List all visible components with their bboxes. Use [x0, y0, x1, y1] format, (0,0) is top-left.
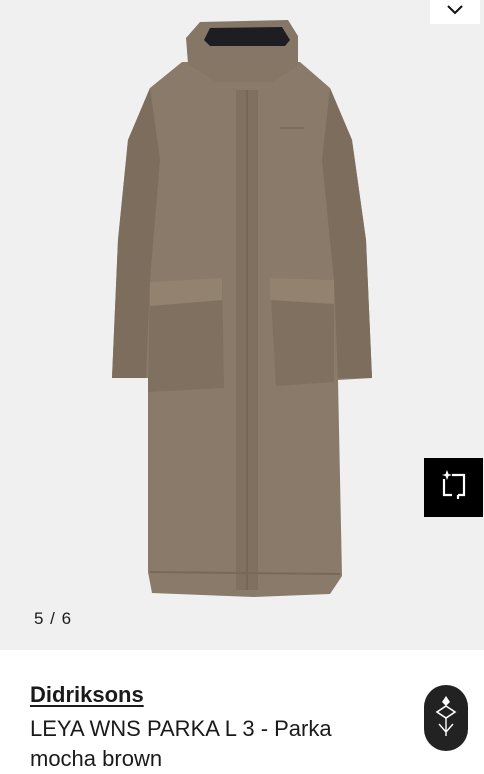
- brand-link[interactable]: Didriksons: [30, 682, 144, 708]
- product-title: LEYA WNS PARKA L 3 - Parka mocha brown: [30, 714, 430, 774]
- image-counter: 5 / 6: [34, 609, 73, 628]
- product-image-gallery[interactable]: 5 / 6: [0, 0, 484, 650]
- product-name: LEYA WNS PARKA L 3 - Parka: [30, 716, 332, 741]
- collapse-button[interactable]: [430, 0, 480, 24]
- sparkle-frame-icon: [438, 469, 470, 506]
- chevron-down-icon: [446, 3, 464, 21]
- product-image[interactable]: [0, 0, 484, 650]
- assistant-badge-button[interactable]: [424, 685, 468, 751]
- virtual-try-on-button[interactable]: [424, 458, 483, 517]
- product-color: mocha brown: [30, 746, 163, 771]
- tree-emblem-icon: [431, 692, 461, 745]
